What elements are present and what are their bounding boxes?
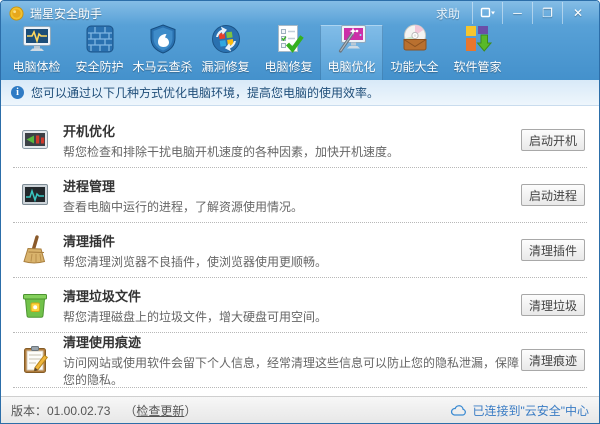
task-desc: 帮您检查和排除干扰电脑开机速度的各种因素，加快开机速度。 <box>63 143 399 160</box>
skin-menu-icon <box>480 7 496 19</box>
version-label: 版本：01.00.02.73 <box>11 402 110 419</box>
tab-computer-optimize[interactable]: 电脑优化 <box>320 25 383 80</box>
cloud-status-text: 已连接到"云安全"中心 <box>472 402 589 419</box>
help-link[interactable]: 求助 <box>436 5 460 22</box>
tab-label: 功能大全 <box>390 58 438 75</box>
update-paren-open: （ <box>124 402 136 419</box>
tab-label: 漏洞修复 <box>201 58 249 75</box>
computer-optimize-icon <box>336 23 368 55</box>
tab-all-tools[interactable]: 功能大全 <box>383 25 446 80</box>
task-title: 清理使用痕迹 <box>63 332 521 351</box>
trash-bin-icon <box>20 290 50 320</box>
window-controls: ─ ❐ ✕ <box>472 2 593 24</box>
task-desc: 帮您清理磁盘上的垃圾文件，增大硬盘可用空间。 <box>63 308 327 325</box>
task-desc: 访问网站或使用软件会留下个人信息，经常清理这些信息可以防止您的隐私泄漏，保障您的… <box>63 354 521 388</box>
task-row-startup-optimize: 开机优化 帮您检查和排除干扰电脑开机速度的各种因素，加快开机速度。 启动开机 <box>13 113 587 168</box>
main-toolbar: 电脑体检 安全防护 木马云查杀 漏洞修复 电脑修复 <box>1 25 599 80</box>
update-paren-close: ） <box>184 402 196 419</box>
task-desc: 查看电脑中运行的进程，了解资源使用情况。 <box>63 198 303 215</box>
app-window: 瑞星安全助手 求助 ─ ❐ ✕ 电脑体检 安全防护 <box>0 0 600 424</box>
tab-label: 软件管家 <box>453 58 501 75</box>
computer-checkup-icon <box>21 23 53 55</box>
task-row-clean-plugins: 清理插件 帮您清理浏览器不良插件，使浏览器使用更顺畅。 清理插件 <box>13 223 587 278</box>
check-update-link[interactable]: 检查更新 <box>136 402 184 419</box>
task-row-clean-junk-files: 清理垃圾文件 帮您清理磁盘上的垃圾文件，增大硬盘可用空间。 清理垃圾 <box>13 278 587 333</box>
clean-traces-button[interactable]: 清理痕迹 <box>521 349 585 371</box>
task-row-clean-traces: 清理使用痕迹 访问网站或使用软件会留下个人信息，经常清理这些信息可以防止您的隐私… <box>13 333 587 388</box>
info-text: 您可以通过以下几种方式优化电脑环境，提高您电脑的使用效率。 <box>31 84 379 101</box>
task-title: 进程管理 <box>63 176 303 195</box>
task-title: 清理垃圾文件 <box>63 286 327 305</box>
clipboard-pencil-icon <box>20 345 50 375</box>
computer-repair-icon <box>273 23 305 55</box>
tab-vulnerability-fix[interactable]: 漏洞修复 <box>194 25 257 80</box>
broom-icon <box>20 235 50 265</box>
task-title: 开机优化 <box>63 121 399 140</box>
minimize-button[interactable]: ─ <box>503 2 533 24</box>
status-bar: 版本：01.00.02.73 （ 检查更新 ） 已连接到"云安全"中心 <box>1 396 599 423</box>
task-desc: 帮您清理浏览器不良插件，使浏览器使用更顺畅。 <box>63 253 327 270</box>
tab-security-protection[interactable]: 安全防护 <box>68 25 131 80</box>
clean-plugins-button[interactable]: 清理插件 <box>521 239 585 261</box>
tab-computer-checkup[interactable]: 电脑体检 <box>5 25 68 80</box>
skin-menu-button[interactable] <box>473 2 503 24</box>
tab-label: 木马云查杀 <box>132 58 192 75</box>
tab-label: 电脑修复 <box>264 58 312 75</box>
process-manager-icon <box>20 180 50 210</box>
tab-computer-repair[interactable]: 电脑修复 <box>257 25 320 80</box>
tab-label: 安全防护 <box>75 58 123 75</box>
cloud-icon <box>450 404 467 417</box>
info-icon: i <box>11 86 24 99</box>
window-title: 瑞星安全助手 <box>30 5 102 22</box>
titlebar: 瑞星安全助手 求助 ─ ❐ ✕ <box>1 1 599 25</box>
task-title: 清理插件 <box>63 231 327 250</box>
all-tools-icon <box>399 23 431 55</box>
tab-label: 电脑体检 <box>12 58 60 75</box>
app-logo-icon <box>9 6 24 21</box>
tab-software-manager[interactable]: 软件管家 <box>446 25 509 80</box>
start-startup-optimize-button[interactable]: 启动开机 <box>521 129 585 151</box>
clean-junk-button[interactable]: 清理垃圾 <box>521 294 585 316</box>
cloud-status[interactable]: 已连接到"云安全"中心 <box>450 402 589 419</box>
task-list: 开机优化 帮您检查和排除干扰电脑开机速度的各种因素，加快开机速度。 启动开机 进… <box>1 106 599 396</box>
startup-optimize-icon <box>20 125 50 155</box>
trojan-cloud-scan-icon <box>147 23 179 55</box>
maximize-button[interactable]: ❐ <box>533 2 563 24</box>
tab-label: 电脑优化 <box>327 58 375 75</box>
start-process-manager-button[interactable]: 启动进程 <box>521 184 585 206</box>
software-manager-icon <box>462 23 494 55</box>
tab-trojan-cloud-scan[interactable]: 木马云查杀 <box>131 25 194 80</box>
info-bar: i 您可以通过以下几种方式优化电脑环境，提高您电脑的使用效率。 <box>1 80 599 106</box>
close-button[interactable]: ✕ <box>563 2 593 24</box>
vulnerability-fix-icon <box>210 23 242 55</box>
firewall-icon <box>84 23 116 55</box>
task-row-process-manager: 进程管理 查看电脑中运行的进程，了解资源使用情况。 启动进程 <box>13 168 587 223</box>
